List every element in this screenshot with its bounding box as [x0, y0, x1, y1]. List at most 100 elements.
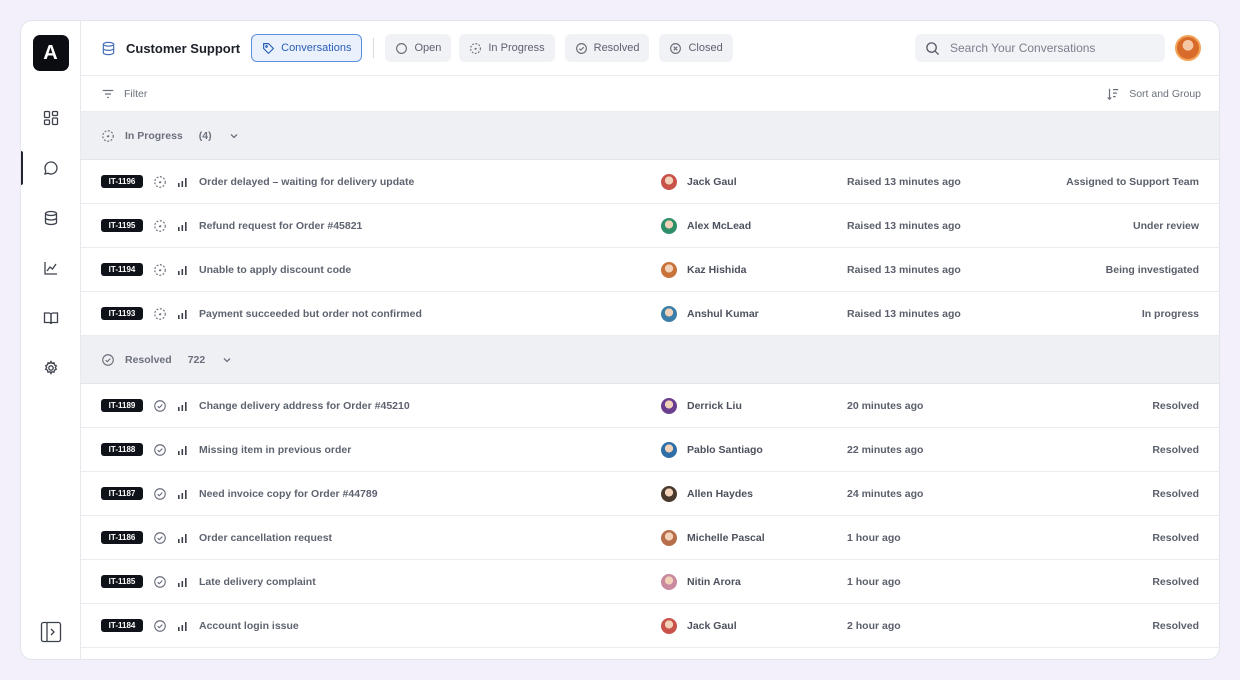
- table-row[interactable]: IT-1195 Refund request for Order #45821 …: [81, 204, 1219, 248]
- ticket-title[interactable]: Order delayed – waiting for delivery upd…: [199, 176, 661, 188]
- ticket-title[interactable]: Change delivery address for Order #45210: [199, 400, 661, 412]
- tab-label: Closed: [688, 42, 723, 54]
- avatar: [661, 217, 677, 234]
- database-icon: [102, 41, 115, 55]
- priority-bars-icon: [177, 308, 189, 320]
- ticket-title[interactable]: Late delivery complaint: [199, 576, 661, 588]
- avatar: [661, 441, 677, 458]
- user-avatar[interactable]: [1175, 35, 1201, 61]
- chevron-down-icon[interactable]: [228, 130, 240, 142]
- status-text: Resolved: [1152, 443, 1199, 456]
- ticket-id-badge: IT-1188: [101, 443, 143, 456]
- timestamp: Raised 13 minutes ago: [847, 263, 961, 276]
- assignee-name: Jack Gaul: [687, 175, 737, 188]
- group-header-resolved[interactable]: Resolved 722: [81, 336, 1219, 384]
- tab-label: In Progress: [488, 42, 545, 54]
- ticket-title[interactable]: Order cancellation request: [199, 532, 661, 544]
- tab-conversations[interactable]: Conversations: [251, 34, 363, 62]
- assignee: Alex McLead: [661, 217, 847, 234]
- priority-bars-icon: [177, 264, 189, 276]
- ticket-id-badge: IT-1186: [101, 531, 143, 544]
- dashboard-icon: [43, 110, 58, 126]
- sort-label: Sort and Group: [1129, 87, 1201, 100]
- status-text: Resolved: [1152, 619, 1199, 632]
- timestamp: 1 hour ago: [847, 531, 901, 544]
- filter-label: Filter: [124, 87, 148, 100]
- group-header-in-progress[interactable]: In Progress (4): [81, 112, 1219, 160]
- circle-icon: [396, 42, 408, 54]
- ticket-title[interactable]: Payment succeeded but order not confirme…: [199, 308, 661, 320]
- ticket-title[interactable]: Unable to apply discount code: [199, 264, 661, 276]
- priority-bars-icon: [177, 532, 189, 544]
- sort-group-button[interactable]: Sort and Group: [1106, 87, 1201, 101]
- ticket-id-badge: IT-1193: [101, 307, 143, 320]
- avatar: [661, 173, 677, 190]
- tab-open[interactable]: Open: [385, 34, 452, 62]
- assignee: Anshul Kumar: [661, 305, 847, 322]
- table-row[interactable]: IT-1196 Order delayed – waiting for deli…: [81, 160, 1219, 204]
- filter-icon: [102, 89, 114, 98]
- app-logo[interactable]: A: [32, 35, 69, 71]
- ticket-title[interactable]: Missing item in previous order: [199, 444, 661, 456]
- sidebar-item-dashboard[interactable]: [21, 93, 80, 143]
- check-circle-icon: [153, 575, 167, 589]
- chevron-down-icon[interactable]: [221, 354, 233, 366]
- tab-resolved[interactable]: Resolved: [564, 34, 650, 62]
- sidebar-item-conversations[interactable]: [21, 143, 80, 193]
- status-text: Being investigated: [1105, 263, 1199, 276]
- assignee-name: Jack Gaul: [687, 619, 737, 632]
- table-row[interactable]: IT-1186 Order cancellation request Miche…: [81, 516, 1219, 560]
- search-box[interactable]: [915, 34, 1165, 62]
- group-label: Resolved: [125, 353, 172, 366]
- sidebar-toggle-icon[interactable]: [40, 621, 62, 643]
- sidebar-item-knowledge[interactable]: [21, 293, 80, 343]
- status-text: In progress: [1141, 307, 1199, 320]
- table-row[interactable]: IT-1193 Payment succeeded but order not …: [81, 292, 1219, 336]
- priority-bars-icon: [177, 220, 189, 232]
- avatar: [661, 397, 677, 414]
- top-bar: Customer Support Conversations Open In P…: [81, 21, 1219, 76]
- sidebar-item-analytics[interactable]: [21, 243, 80, 293]
- ticket-id-badge: IT-1189: [101, 399, 143, 412]
- tab-closed[interactable]: Closed: [659, 34, 733, 62]
- avatar: [661, 529, 677, 546]
- ticket-id-badge: IT-1187: [101, 487, 143, 500]
- table-row[interactable]: IT-1189 Change delivery address for Orde…: [81, 384, 1219, 428]
- avatar: [661, 573, 677, 590]
- timestamp: Raised 13 minutes ago: [847, 175, 961, 188]
- table-row[interactable]: IT-1185 Late delivery complaint Nitin Ar…: [81, 560, 1219, 604]
- timestamp: Raised 13 minutes ago: [847, 219, 961, 232]
- check-circle-icon: [101, 353, 115, 367]
- timestamp: Raised 13 minutes ago: [847, 307, 961, 320]
- assignee-name: Allen Haydes: [687, 487, 753, 500]
- ticket-title[interactable]: Need invoice copy for Order #44789: [199, 488, 661, 500]
- assignee: Michelle Pascal: [661, 529, 847, 546]
- assignee: Kaz Hishida: [661, 261, 847, 278]
- status-text: Resolved: [1152, 487, 1199, 500]
- search-input[interactable]: [950, 41, 1150, 55]
- priority-bars-icon: [177, 576, 189, 588]
- ticket-id-badge: IT-1195: [101, 219, 143, 232]
- sidebar-item-settings[interactable]: [21, 343, 80, 393]
- assignee: Jack Gaul: [661, 617, 847, 634]
- table-row[interactable]: IT-1184 Account login issue Jack Gaul 2 …: [81, 604, 1219, 648]
- priority-bars-icon: [177, 176, 189, 188]
- tab-in-progress[interactable]: In Progress: [459, 34, 555, 62]
- dashed-circle-icon: [101, 129, 115, 143]
- ticket-title[interactable]: Refund request for Order #45821: [199, 220, 661, 232]
- timestamp: 24 minutes ago: [847, 487, 924, 500]
- assignee-name: Kaz Hishida: [687, 263, 747, 276]
- gear-icon: [44, 360, 57, 375]
- filter-button[interactable]: Filter: [101, 87, 147, 101]
- priority-bars-icon: [177, 400, 189, 412]
- search-icon: [926, 41, 940, 55]
- table-row[interactable]: IT-1188 Missing item in previous order P…: [81, 428, 1219, 472]
- group-label: In Progress: [125, 129, 183, 142]
- database-icon: [44, 210, 57, 226]
- table-row[interactable]: IT-1187 Need invoice copy for Order #447…: [81, 472, 1219, 516]
- priority-bars-icon: [177, 488, 189, 500]
- sidebar-item-database[interactable]: [21, 193, 80, 243]
- ticket-title[interactable]: Account login issue: [199, 620, 661, 632]
- status-text: Under review: [1133, 219, 1199, 232]
- table-row[interactable]: IT-1194 Unable to apply discount code Ka…: [81, 248, 1219, 292]
